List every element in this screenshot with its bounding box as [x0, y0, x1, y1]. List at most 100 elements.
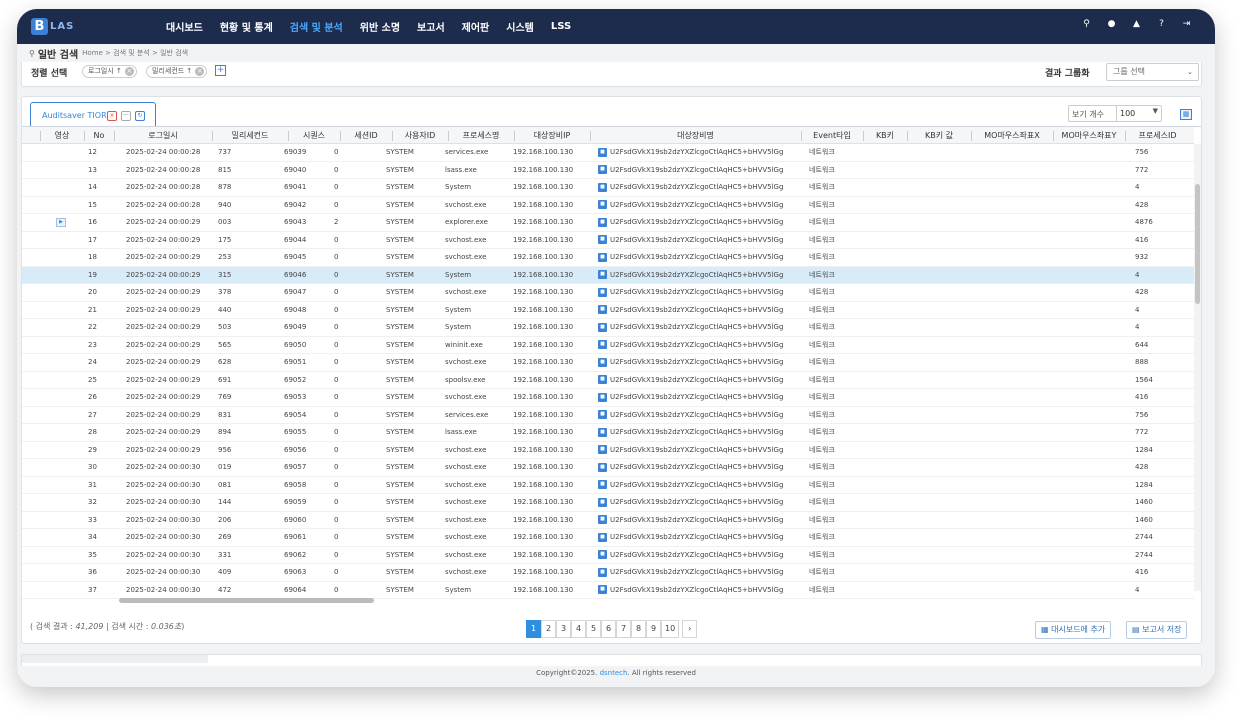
nav-item-1[interactable]: 현황 및 통계: [220, 19, 273, 34]
column-header[interactable]: MO마우스좌표X: [971, 127, 1053, 144]
remove-chip-icon[interactable]: ×: [195, 67, 205, 76]
save-report-button[interactable]: ▤ 보고서 저장: [1126, 621, 1188, 639]
table-row[interactable]: 20 2025-02-24 00:00:29 378 69047 0 SYSTEM svch…: [22, 284, 1194, 302]
column-header[interactable]: Event타입: [801, 127, 863, 144]
nav-item-7[interactable]: LSS: [551, 21, 571, 32]
logout-icon[interactable]: ⇥: [1174, 19, 1199, 29]
table-row[interactable]: 14 2025-02-24 00:00:28 878 69041 0 SYSTEM Syst…: [22, 179, 1194, 197]
more-icon[interactable]: ···: [121, 111, 131, 121]
column-divider[interactable]: [288, 131, 289, 141]
table-row[interactable]: 12 2025-02-24 00:00:28 737 69039 0 SYSTEM serv…: [22, 144, 1194, 162]
nav-item-4[interactable]: 보고서: [417, 19, 445, 34]
table-row[interactable]: 37 2025-02-24 00:00:30 472 69064 0 SYSTEM Syst…: [22, 581, 1194, 599]
help-icon[interactable]: ?: [1149, 19, 1174, 29]
play-video-icon[interactable]: ▶: [56, 218, 66, 227]
page-button[interactable]: 2: [541, 620, 556, 638]
next-page-button[interactable]: ›: [682, 620, 698, 638]
column-divider[interactable]: [392, 131, 393, 141]
column-divider[interactable]: [340, 131, 341, 141]
page-button[interactable]: 6: [601, 620, 616, 638]
nav-item-6[interactable]: 시스템: [506, 19, 534, 34]
page-button[interactable]: 3: [556, 620, 571, 638]
table-row[interactable]: 21 2025-02-24 00:00:29 440 69048 0 SYSTEM Syst…: [22, 301, 1194, 319]
table-row[interactable]: 24 2025-02-24 00:00:29 628 69051 0 SYSTEM svch…: [22, 354, 1194, 372]
page-button[interactable]: 4: [571, 620, 586, 638]
column-header[interactable]: MO마우스좌표Y: [1053, 127, 1125, 144]
column-header[interactable]: 대상장비IP: [514, 127, 590, 144]
table-row[interactable]: 22 2025-02-24 00:00:29 503 69049 0 SYSTEM Syst…: [22, 319, 1194, 337]
table-row[interactable]: 31 2025-02-24 00:00:30 081 69058 0 SYSTEM svch…: [22, 476, 1194, 494]
scroll-thumb[interactable]: [1195, 184, 1200, 304]
column-header[interactable]: 프로세스명: [448, 127, 514, 144]
table-row[interactable]: 18 2025-02-24 00:00:29 253 69045 0 SYSTEM svch…: [22, 249, 1194, 267]
table-row[interactable]: 34 2025-02-24 00:00:30 269 69061 0 SYSTEM svch…: [22, 529, 1194, 547]
column-header[interactable]: KB키 값: [907, 127, 971, 144]
table-row[interactable]: 23 2025-02-24 00:00:29 565 69050 0 SYSTEM wini…: [22, 336, 1194, 354]
sort-chip-log-time[interactable]: 로그일시 ↑ ×: [82, 65, 137, 78]
page-button[interactable]: 10: [661, 620, 680, 638]
column-header[interactable]: KB키: [863, 127, 907, 144]
column-header[interactable]: 로그일시: [114, 127, 212, 144]
column-divider[interactable]: [84, 131, 85, 141]
table-row[interactable]: 25 2025-02-24 00:00:29 691 69052 0 SYSTEM spoo…: [22, 371, 1194, 389]
secondary-panel-tab[interactable]: [22, 655, 208, 663]
page-button[interactable]: 8: [631, 620, 646, 638]
column-header[interactable]: 대상장비명: [590, 127, 801, 144]
nav-item-5[interactable]: 제어판: [462, 19, 490, 34]
table-row[interactable]: 35 2025-02-24 00:00:30 331 69062 0 SYSTEM svch…: [22, 546, 1194, 564]
table-row[interactable]: 28 2025-02-24 00:00:29 894 69055 0 SYSTEM lsas…: [22, 424, 1194, 442]
column-divider[interactable]: [448, 131, 449, 141]
group-select[interactable]: 그룹 선택 ⌄: [1106, 63, 1199, 81]
table-row[interactable]: 29 2025-02-24 00:00:29 956 69056 0 SYSTEM svch…: [22, 441, 1194, 459]
table-row[interactable]: ▶ 16 2025-02-24 00:00:29 003 69043 2 SYSTEM exp…: [22, 214, 1194, 232]
view-count-select[interactable]: 보기 개수 100 ▼: [1068, 105, 1162, 122]
table-row[interactable]: 13 2025-02-24 00:00:28 815 69040 0 SYSTEM lsas…: [22, 161, 1194, 179]
column-header[interactable]: 시퀀스: [288, 127, 340, 144]
column-divider[interactable]: [514, 131, 515, 141]
nav-item-3[interactable]: 위반 소명: [360, 19, 400, 34]
company-link[interactable]: dsntech: [600, 669, 628, 677]
app-logo[interactable]: B LAS: [31, 18, 74, 35]
grid-view-icon[interactable]: ▦: [1180, 109, 1192, 120]
table-row[interactable]: 26 2025-02-24 00:00:29 769 69053 0 SYSTEM svch…: [22, 389, 1194, 407]
table-row[interactable]: 15 2025-02-24 00:00:28 940 69042 0 SYSTEM svch…: [22, 196, 1194, 214]
table-row[interactable]: 17 2025-02-24 00:00:29 175 69044 0 SYSTEM svch…: [22, 231, 1194, 249]
column-divider[interactable]: [863, 131, 864, 141]
column-header[interactable]: 밀리세컨드: [212, 127, 288, 144]
column-header[interactable]: No: [84, 127, 114, 144]
close-tab-icon[interactable]: ×: [107, 111, 117, 121]
remove-chip-icon[interactable]: ×: [124, 67, 134, 76]
column-header[interactable]: 영상: [40, 127, 84, 144]
column-header[interactable]: 세션ID: [340, 127, 392, 144]
column-divider[interactable]: [801, 131, 802, 141]
table-row[interactable]: 36 2025-02-24 00:00:30 409 69063 0 SYSTEM svch…: [22, 564, 1194, 582]
column-divider[interactable]: [971, 131, 972, 141]
tab-auditsaver[interactable]: Auditsaver TIOR × ··· ↻: [30, 102, 156, 127]
add-sort-button[interactable]: +: [215, 65, 226, 76]
vertical-scrollbar[interactable]: [1194, 144, 1201, 591]
bell-icon[interactable]: ●: [1099, 19, 1124, 29]
page-button[interactable]: 1: [526, 620, 541, 638]
nav-item-2[interactable]: 검색 및 분석: [290, 19, 343, 34]
column-divider[interactable]: [907, 131, 908, 141]
column-header[interactable]: 프로세스ID: [1125, 127, 1190, 144]
table-row[interactable]: 19 2025-02-24 00:00:29 315 69046 0 SYSTEM Syst…: [22, 266, 1194, 284]
search-icon[interactable]: ⚲: [1074, 19, 1099, 29]
table-row[interactable]: 33 2025-02-24 00:00:30 206 69060 0 SYSTEM svch…: [22, 511, 1194, 529]
page-button[interactable]: 7: [616, 620, 631, 638]
table-row[interactable]: 32 2025-02-24 00:00:30 144 69059 0 SYSTEM svch…: [22, 494, 1194, 512]
column-divider[interactable]: [1125, 131, 1126, 141]
sort-chip-millisecond[interactable]: 밀리세컨드 ↑ ×: [146, 65, 208, 78]
refresh-icon[interactable]: ↻: [135, 111, 145, 121]
column-divider[interactable]: [40, 131, 41, 141]
column-header[interactable]: 사용자ID: [392, 127, 448, 144]
page-button[interactable]: 5: [586, 620, 601, 638]
table-row[interactable]: 30 2025-02-24 00:00:30 019 69057 0 SYSTEM svch…: [22, 459, 1194, 477]
column-divider[interactable]: [114, 131, 115, 141]
horizontal-scrollbar[interactable]: [119, 598, 374, 603]
nav-item-0[interactable]: 대시보드: [166, 19, 203, 34]
table-row[interactable]: 27 2025-02-24 00:00:29 831 69054 0 SYSTEM serv…: [22, 406, 1194, 424]
page-button[interactable]: 9: [646, 620, 661, 638]
column-divider[interactable]: [1053, 131, 1054, 141]
column-divider[interactable]: [212, 131, 213, 141]
